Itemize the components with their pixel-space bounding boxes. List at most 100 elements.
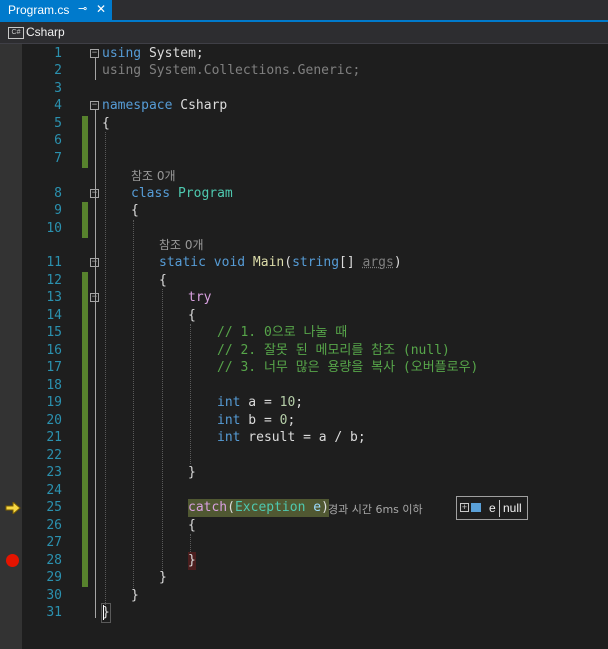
fold-line bbox=[95, 110, 96, 618]
code-line[interactable]: static void Main(string[] args) bbox=[159, 254, 402, 272]
object-icon bbox=[471, 503, 481, 512]
code-text: ( bbox=[284, 255, 293, 270]
indent-guide bbox=[105, 132, 106, 607]
code-line[interactable]: try bbox=[188, 289, 211, 307]
pin-icon[interactable]: ⊸ bbox=[78, 2, 87, 15]
code-text: { bbox=[102, 116, 110, 131]
line-number: 24 bbox=[46, 483, 62, 498]
keyword-unused: using bbox=[102, 63, 142, 78]
line-number: 15 bbox=[46, 325, 62, 340]
tab-title: Program.cs bbox=[8, 3, 70, 17]
code-line[interactable]: int a = 10; bbox=[217, 394, 303, 412]
code-line[interactable]: { bbox=[102, 115, 110, 133]
method-name: Main bbox=[245, 255, 285, 270]
expand-icon[interactable]: + bbox=[460, 503, 469, 512]
code-text: } bbox=[188, 553, 196, 568]
code-text: { bbox=[131, 203, 139, 218]
line-number: 2 bbox=[54, 63, 62, 78]
line-number: 27 bbox=[46, 535, 62, 550]
code-line[interactable]: { bbox=[131, 202, 139, 220]
code-text: { bbox=[188, 518, 196, 533]
code-text: { bbox=[188, 308, 196, 323]
line-number: 22 bbox=[46, 448, 62, 463]
code-line[interactable]: class Program bbox=[131, 185, 233, 203]
collapse-toggle[interactable]: − bbox=[90, 101, 99, 110]
line-number: 19 bbox=[46, 395, 62, 410]
code-line[interactable]: using System.Collections.Generic; bbox=[102, 62, 360, 80]
code-text-unused: System.Collections.Generic; bbox=[141, 63, 361, 78]
line-number: 23 bbox=[46, 465, 62, 480]
line-number: 1 bbox=[54, 46, 62, 61]
navigation-bar: C# Csharp bbox=[0, 22, 608, 44]
collapse-toggle[interactable]: − bbox=[90, 258, 99, 267]
code-line[interactable]: { bbox=[188, 517, 196, 535]
fold-line bbox=[95, 58, 96, 80]
keyword: namespace bbox=[102, 98, 173, 113]
code-line[interactable]: { bbox=[188, 307, 196, 325]
code-lens-references[interactable]: 참조 0개 bbox=[131, 167, 176, 184]
change-bar bbox=[82, 272, 88, 587]
text-caret bbox=[103, 605, 104, 620]
collapse-toggle[interactable]: − bbox=[90, 189, 99, 198]
collapse-toggle[interactable]: − bbox=[90, 293, 99, 302]
line-number: 25 bbox=[46, 500, 62, 515]
breakpoint-line[interactable]: } bbox=[188, 552, 196, 570]
indent-guide bbox=[190, 324, 191, 464]
line-number: 16 bbox=[46, 343, 62, 358]
line-number: 17 bbox=[46, 360, 62, 375]
code-line[interactable]: } bbox=[159, 569, 167, 587]
line-number: 13 bbox=[46, 290, 62, 305]
code-text: ; bbox=[295, 395, 304, 410]
line-number: 20 bbox=[46, 413, 62, 428]
collapse-toggle[interactable]: − bbox=[90, 49, 99, 58]
keyword: class bbox=[131, 186, 171, 201]
code-line[interactable]: } bbox=[188, 464, 196, 482]
comment-line[interactable]: // 2. 잘못 된 메모리를 참조 (null) bbox=[217, 342, 450, 360]
keyword: static bbox=[159, 255, 206, 270]
close-icon[interactable]: ✕ bbox=[96, 2, 106, 16]
code-editor[interactable]: 1 2 3 4 5 6 7 8 9 10 11 12 13 14 15 16 1… bbox=[0, 44, 608, 649]
code-text: ( bbox=[227, 500, 235, 515]
code-text: } bbox=[131, 588, 139, 603]
text-cursor-icon bbox=[499, 500, 500, 517]
number-literal: 10 bbox=[279, 395, 296, 410]
keyword: int bbox=[217, 430, 241, 445]
code-line[interactable]: int result = a / b; bbox=[217, 429, 366, 447]
line-number: 28 bbox=[46, 553, 62, 568]
breakpoint-icon[interactable] bbox=[6, 554, 19, 567]
code-text: result = a / b; bbox=[240, 430, 366, 445]
code-text: [] bbox=[339, 255, 363, 270]
comment-line[interactable]: // 3. 너무 많은 용량을 복사 (오버플로우) bbox=[217, 359, 478, 377]
code-text: ; bbox=[287, 413, 296, 428]
code-text: a = bbox=[240, 395, 280, 410]
line-number: 21 bbox=[46, 430, 62, 445]
line-number: 8 bbox=[54, 186, 62, 201]
project-dropdown[interactable]: Csharp bbox=[26, 25, 65, 39]
keyword: int bbox=[217, 395, 241, 410]
line-number: 9 bbox=[54, 203, 62, 218]
data-tip[interactable]: + e null bbox=[456, 496, 528, 520]
keyword: void bbox=[205, 255, 246, 270]
code-line[interactable]: using System; bbox=[102, 45, 204, 63]
line-number: 14 bbox=[46, 308, 62, 323]
code-line[interactable]: namespace Csharp bbox=[102, 97, 227, 115]
keyword: using bbox=[102, 46, 142, 61]
line-number: 31 bbox=[46, 605, 62, 620]
code-line[interactable]: { bbox=[159, 272, 167, 290]
change-bar bbox=[82, 116, 88, 168]
current-statement-highlight[interactable]: catch(Exception e) bbox=[188, 499, 329, 517]
code-lens-references[interactable]: 참조 0개 bbox=[159, 236, 204, 253]
comment-line[interactable]: // 1. 0으로 나눌 때 bbox=[217, 324, 347, 342]
tab-program-cs[interactable]: Program.cs ⊸ ✕ bbox=[0, 0, 112, 20]
data-tip-value[interactable]: null bbox=[503, 501, 522, 515]
keyword: catch bbox=[188, 500, 228, 515]
line-number: 5 bbox=[54, 116, 62, 131]
line-number: 10 bbox=[46, 221, 62, 236]
line-number: 29 bbox=[46, 570, 62, 585]
code-text: } bbox=[159, 570, 167, 585]
csharp-project-icon: C# bbox=[8, 27, 24, 39]
code-line[interactable]: int b = 0; bbox=[217, 412, 295, 430]
perf-tip[interactable]: 경과 시간 6ms 이하 bbox=[328, 501, 423, 517]
code-line[interactable]: } bbox=[131, 587, 139, 605]
code-text: System; bbox=[141, 46, 204, 61]
